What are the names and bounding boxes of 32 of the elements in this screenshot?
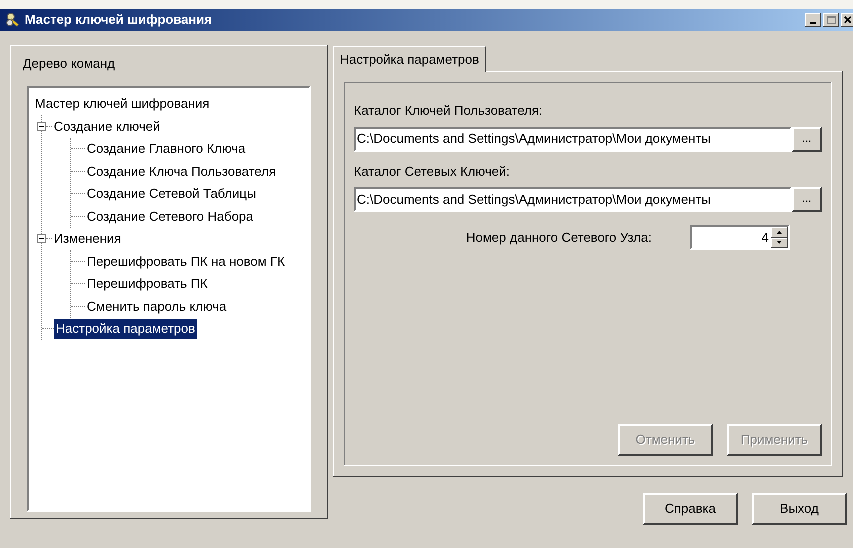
tree-item[interactable]: Настройка параметров xyxy=(54,319,198,338)
path-field[interactable]: C:\Documents and Settings\Администратор\Мои документы xyxy=(354,187,792,212)
tree-item[interactable]: Перешифровать ПК xyxy=(85,274,210,294)
close-button[interactable] xyxy=(841,13,853,27)
maximize-button[interactable] xyxy=(823,13,839,27)
tree-item[interactable]: Создание Ключа Пользователя xyxy=(85,162,278,181)
button[interactable]: Справка xyxy=(643,493,738,525)
collapse-icon[interactable] xyxy=(37,234,46,244)
collapse-icon[interactable] xyxy=(37,122,46,131)
field-label: Номер данного Сетевого Узла: xyxy=(466,228,652,247)
tree-item[interactable]: Создание ключей xyxy=(52,116,162,136)
field-label: Каталог Ключей Пользователя: xyxy=(354,102,543,120)
tree-item[interactable]: Создание Сетевой Таблицы xyxy=(85,184,258,204)
tree-item[interactable]: Перешифровать ПК на новом ГК xyxy=(85,252,288,271)
spin-down-icon[interactable] xyxy=(771,238,788,248)
panel-title: Дерево команд xyxy=(23,55,116,73)
number-spinner[interactable]: 4 xyxy=(690,225,790,250)
tree-item[interactable]: Сменить пароль ключа xyxy=(85,296,229,316)
tree-item[interactable]: Мастер ключей шифрования xyxy=(33,94,212,114)
tree-item[interactable]: Создание Сетевого Набора xyxy=(85,206,256,226)
tree-item[interactable]: Изменения xyxy=(52,229,124,248)
tab[interactable]: Настройка параметров xyxy=(333,46,486,72)
browse-button[interactable]: ... xyxy=(792,187,822,212)
spin-up-icon[interactable] xyxy=(771,227,788,238)
keys-icon xyxy=(6,12,22,28)
path-field[interactable]: C:\Documents and Settings\Администратор\Мои документы xyxy=(354,126,792,152)
field-label: Каталог Сетевых Ключей: xyxy=(354,162,510,180)
tree-item[interactable]: Создание Главного Ключа xyxy=(85,139,248,158)
button[interactable]: Выход xyxy=(752,493,847,525)
minimize-button[interactable] xyxy=(805,13,821,27)
window-title: Мастер ключей шифрования xyxy=(25,11,212,30)
browse-button[interactable]: ... xyxy=(792,126,822,152)
